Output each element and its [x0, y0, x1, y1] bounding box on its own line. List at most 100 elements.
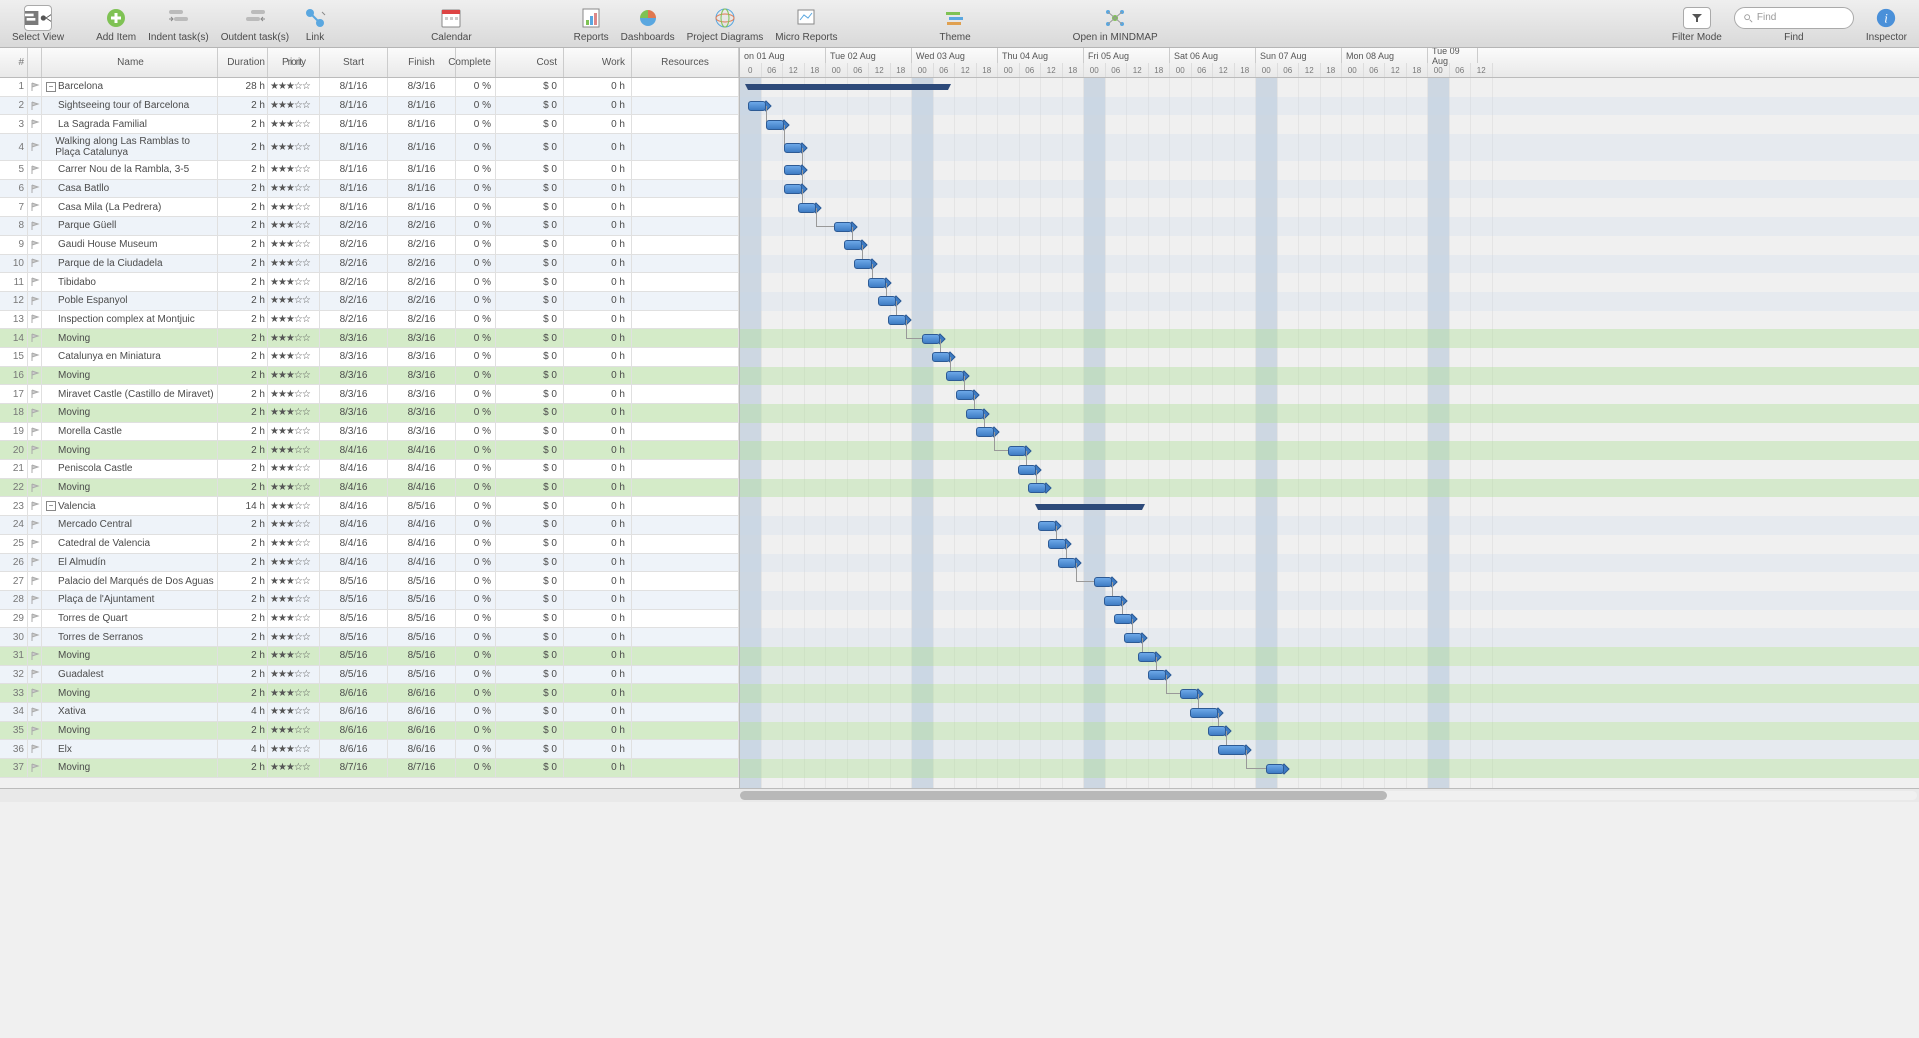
row-flag[interactable]: [28, 198, 42, 216]
cell-work[interactable]: 0 h: [564, 292, 632, 310]
cell-resources[interactable]: [632, 666, 739, 684]
cell-work[interactable]: 0 h: [564, 479, 632, 497]
cell-resources[interactable]: [632, 255, 739, 273]
cell-cost[interactable]: $ 0: [496, 367, 564, 385]
cell-duration[interactable]: 2 h: [218, 610, 268, 628]
row-flag[interactable]: [28, 329, 42, 347]
cell-duration[interactable]: 2 h: [218, 591, 268, 609]
cell-start[interactable]: 8/1/16: [320, 198, 388, 216]
cell-cost[interactable]: $ 0: [496, 554, 564, 572]
cell-work[interactable]: 0 h: [564, 273, 632, 291]
cell-start[interactable]: 8/1/16: [320, 97, 388, 115]
cell-start[interactable]: 8/3/16: [320, 385, 388, 403]
row-flag[interactable]: [28, 273, 42, 291]
expand-icon[interactable]: −: [46, 82, 56, 92]
cell-priority[interactable]: ★★★☆☆: [268, 329, 320, 347]
cell-priority[interactable]: ★★★☆☆: [268, 759, 320, 777]
cell-resources[interactable]: [632, 423, 739, 441]
cell-finish[interactable]: 8/6/16: [388, 722, 456, 740]
cell-priority[interactable]: ★★★☆☆: [268, 666, 320, 684]
cell-name[interactable]: Walking along Las Ramblas to Plaça Catal…: [42, 134, 218, 160]
cell-name[interactable]: Moving: [42, 647, 218, 665]
cell-start[interactable]: 8/5/16: [320, 591, 388, 609]
gantt-task-bar[interactable]: [956, 390, 974, 400]
theme-button[interactable]: Theme: [934, 3, 977, 45]
cell-name[interactable]: Moving: [42, 329, 218, 347]
cell-resources[interactable]: [632, 591, 739, 609]
cell-complete[interactable]: 0 %: [456, 535, 496, 553]
table-row[interactable]: 19Morella Castle2 h★★★☆☆8/3/168/3/160 %$…: [0, 423, 739, 442]
cell-work[interactable]: 0 h: [564, 311, 632, 329]
cell-complete[interactable]: 0 %: [456, 628, 496, 646]
cell-cost[interactable]: $ 0: [496, 292, 564, 310]
cell-start[interactable]: 8/4/16: [320, 535, 388, 553]
col-num[interactable]: #: [0, 48, 28, 77]
row-flag[interactable]: [28, 161, 42, 179]
gantt-task-bar[interactable]: [1008, 446, 1026, 456]
gantt-task-bar[interactable]: [1028, 483, 1046, 493]
dashboards-button[interactable]: Dashboards: [615, 3, 681, 45]
cell-name[interactable]: Torres de Serranos: [42, 628, 218, 646]
row-flag[interactable]: [28, 516, 42, 534]
cell-work[interactable]: 0 h: [564, 516, 632, 534]
table-row[interactable]: 5Carrer Nou de la Rambla, 3-52 h★★★☆☆8/1…: [0, 161, 739, 180]
cell-cost[interactable]: $ 0: [496, 423, 564, 441]
cell-cost[interactable]: $ 0: [496, 311, 564, 329]
cell-complete[interactable]: 0 %: [456, 703, 496, 721]
cell-resources[interactable]: [632, 292, 739, 310]
cell-resources[interactable]: [632, 759, 739, 777]
cell-cost[interactable]: $ 0: [496, 591, 564, 609]
cell-work[interactable]: 0 h: [564, 666, 632, 684]
cell-cost[interactable]: $ 0: [496, 198, 564, 216]
cell-complete[interactable]: 0 %: [456, 479, 496, 497]
cell-name[interactable]: Inspection complex at Montjuic: [42, 311, 218, 329]
cell-duration[interactable]: 2 h: [218, 441, 268, 459]
cell-start[interactable]: 8/5/16: [320, 610, 388, 628]
cell-complete[interactable]: 0 %: [456, 134, 496, 160]
col-resources[interactable]: Resources: [632, 48, 739, 77]
cell-complete[interactable]: 0 %: [456, 666, 496, 684]
cell-start[interactable]: 8/6/16: [320, 684, 388, 702]
cell-finish[interactable]: 8/3/16: [388, 78, 456, 96]
gantt-task-bar[interactable]: [878, 296, 896, 306]
outdent-button[interactable]: Outdent task(s): [215, 3, 295, 45]
cell-work[interactable]: 0 h: [564, 591, 632, 609]
cell-work[interactable]: 0 h: [564, 759, 632, 777]
cell-start[interactable]: 8/7/16: [320, 759, 388, 777]
cell-name[interactable]: Gaudi House Museum: [42, 236, 218, 254]
cell-cost[interactable]: $ 0: [496, 722, 564, 740]
cell-priority[interactable]: ★★★☆☆: [268, 684, 320, 702]
cell-duration[interactable]: 2 h: [218, 115, 268, 133]
cell-complete[interactable]: 0 %: [456, 740, 496, 758]
expand-icon[interactable]: −: [46, 501, 56, 511]
cell-work[interactable]: 0 h: [564, 441, 632, 459]
cell-work[interactable]: 0 h: [564, 236, 632, 254]
cell-resources[interactable]: [632, 554, 739, 572]
table-row[interactable]: 26El Almudín2 h★★★☆☆8/4/168/4/160 %$ 00 …: [0, 554, 739, 573]
cell-name[interactable]: El Almudín: [42, 554, 218, 572]
cell-duration[interactable]: 4 h: [218, 740, 268, 758]
cell-priority[interactable]: ★★★☆☆: [268, 722, 320, 740]
select-view-button[interactable]: Select View: [6, 3, 70, 45]
cell-start[interactable]: 8/2/16: [320, 311, 388, 329]
cell-resources[interactable]: [632, 385, 739, 403]
cell-finish[interactable]: 8/3/16: [388, 367, 456, 385]
row-flag[interactable]: [28, 217, 42, 235]
cell-cost[interactable]: $ 0: [496, 497, 564, 515]
gantt-task-bar[interactable]: [1104, 596, 1122, 606]
cell-name[interactable]: Sightseeing tour of Barcelona: [42, 97, 218, 115]
table-row[interactable]: 17Miravet Castle (Castillo de Miravet)2 …: [0, 385, 739, 404]
cell-finish[interactable]: 8/4/16: [388, 441, 456, 459]
gantt-summary-bar[interactable]: [1038, 504, 1142, 510]
cell-resources[interactable]: [632, 572, 739, 590]
cell-duration[interactable]: 2 h: [218, 759, 268, 777]
cell-resources[interactable]: [632, 479, 739, 497]
cell-work[interactable]: 0 h: [564, 115, 632, 133]
view-btn-3[interactable]: [39, 11, 53, 25]
cell-start[interactable]: 8/4/16: [320, 441, 388, 459]
cell-resources[interactable]: [632, 516, 739, 534]
cell-name[interactable]: Tibidabo: [42, 273, 218, 291]
cell-name[interactable]: Moving: [42, 722, 218, 740]
cell-name[interactable]: −Valencia: [42, 497, 218, 515]
row-flag[interactable]: [28, 134, 42, 160]
